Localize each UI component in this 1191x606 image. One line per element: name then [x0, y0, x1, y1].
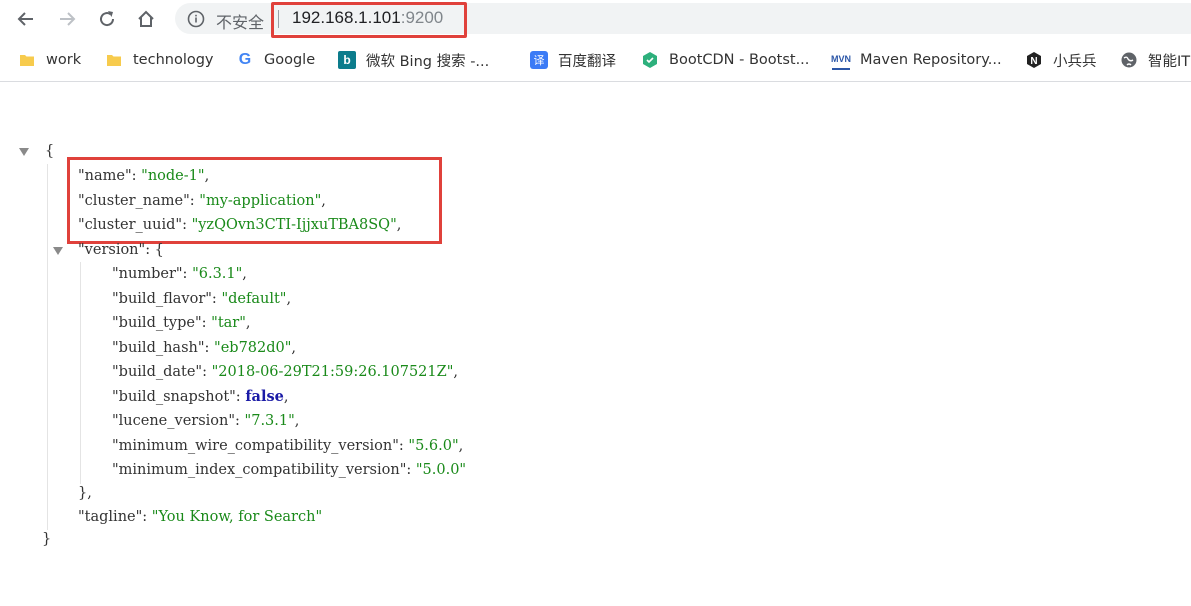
json-string: "eb782d0": [214, 340, 292, 356]
json-key: "build_date":: [112, 364, 212, 380]
json-string: "7.3.1": [244, 413, 295, 429]
json-comma: ,: [294, 413, 300, 429]
json-key: "lucene_version":: [112, 413, 245, 429]
json-line-lucene-version: "lucene_version": "7.3.1",: [112, 412, 299, 430]
back-arrow-icon: [17, 12, 33, 26]
bookmark-label: 智能IT: [1148, 53, 1191, 70]
json-comma: ,: [242, 266, 247, 282]
forward-arrow-icon: [60, 12, 76, 26]
security-status-label[interactable]: 不安全: [216, 9, 264, 33]
collapse-root-icon[interactable]: [19, 148, 29, 156]
folder-icon: [18, 51, 36, 69]
json-key: "number":: [112, 266, 193, 282]
json-string: "default": [221, 291, 287, 307]
info-icon[interactable]: [186, 9, 206, 29]
url-highlight-box: [271, 2, 467, 38]
indent-guide: [47, 164, 48, 530]
json-version-close: },: [78, 485, 92, 501]
baidu-translate-icon: 译: [530, 51, 548, 69]
json-string: "You Know, for Search": [151, 509, 323, 525]
folder-icon: [105, 51, 123, 69]
json-line-number: "number": "6.3.1",: [112, 265, 247, 283]
toolbar-divider: [0, 81, 1191, 82]
json-line-build-snapshot: "build_snapshot": false,: [112, 388, 288, 406]
google-icon: G: [238, 51, 252, 68]
bootcdn-icon: [641, 51, 659, 69]
json-string: "5.6.0": [408, 438, 459, 454]
json-boolean: false: [245, 388, 284, 405]
json-comma: ,: [291, 340, 297, 356]
json-key: "minimum_index_compatibility_version":: [112, 462, 416, 478]
svg-text:N: N: [1030, 56, 1037, 67]
json-key: "minimum_wire_compatibility_version":: [112, 438, 409, 454]
json-comma: ,: [458, 438, 464, 454]
bookmark-label: 微软 Bing 搜索 -...: [366, 53, 490, 70]
browser-toolbar: 不安全 192.168.1.101:9200: [0, 0, 1191, 38]
bing-icon: b: [338, 51, 356, 69]
json-line-build-date: "build_date": "2018-06-29T21:59:26.10752…: [112, 363, 458, 381]
json-comma: ,: [283, 389, 289, 405]
cluster-info-highlight-box: [67, 157, 442, 244]
json-line-min-wire: "minimum_wire_compatibility_version": "5…: [112, 437, 463, 455]
json-close-brace: }: [42, 531, 52, 547]
json-string: "5.0.0": [415, 462, 467, 478]
bookmark-technology[interactable]: technology: [105, 44, 214, 76]
globe-icon: [1120, 51, 1138, 69]
forward-button[interactable]: [54, 6, 80, 32]
reload-button[interactable]: [94, 6, 120, 32]
bookmarks-bar: work technology G Google b 微软 Bing 搜索 -.…: [0, 44, 1191, 76]
bookmark-label: 小兵兵: [1053, 53, 1097, 70]
bookmark-label: 百度翻译: [558, 53, 616, 70]
back-button[interactable]: [13, 6, 39, 32]
bookmark-label: Google: [264, 52, 316, 68]
json-string: "2018-06-29T21:59:26.107521Z": [211, 364, 454, 380]
bookmark-google[interactable]: G Google: [236, 44, 315, 76]
bookmark-label: work: [46, 52, 82, 68]
json-line-build-hash: "build_hash": "eb782d0",: [112, 339, 296, 357]
collapse-version-icon[interactable]: [53, 247, 63, 255]
bookmark-maven[interactable]: MVN Maven Repository...: [831, 44, 1002, 76]
n-icon: N: [1025, 51, 1043, 69]
reload-icon: [100, 11, 115, 27]
json-line-tagline: "tagline": "You Know, for Search": [78, 508, 322, 526]
json-key: "build_type":: [112, 315, 212, 331]
json-key: "build_snapshot":: [112, 389, 246, 405]
home-icon: [138, 10, 154, 27]
maven-icon: MVN: [831, 50, 851, 70]
bookmark-baidu-translate[interactable]: 译 百度翻译: [530, 44, 616, 76]
json-comma: ,: [245, 315, 251, 331]
json-line-min-index: "minimum_index_compatibility_version": "…: [112, 461, 466, 479]
bookmark-label: Maven Repository...: [860, 52, 1002, 68]
indent-guide: [80, 262, 81, 484]
bookmark-zhinengit[interactable]: 智能IT: [1120, 44, 1190, 76]
json-string: "tar": [211, 315, 246, 331]
json-key: "build_flavor":: [112, 291, 222, 307]
json-key: "build_hash":: [112, 340, 215, 356]
bookmark-bing[interactable]: b 微软 Bing 搜索 -...: [338, 44, 489, 76]
home-button[interactable]: [133, 6, 159, 32]
json-key: "tagline":: [78, 509, 152, 525]
bookmark-bootcdn[interactable]: BootCDN - Bootst...: [641, 44, 809, 76]
bookmark-label: technology: [133, 52, 214, 68]
bookmark-xiaobingbing[interactable]: N 小兵兵: [1025, 44, 1097, 76]
json-line-build-type: "build_type": "tar",: [112, 314, 251, 332]
json-open-brace: {: [45, 143, 55, 159]
json-string: "6.3.1": [192, 266, 243, 282]
bookmark-work[interactable]: work: [18, 44, 81, 76]
json-comma: ,: [453, 364, 458, 380]
json-line-build-flavor: "build_flavor": "default",: [112, 290, 291, 308]
bookmark-label: BootCDN - Bootst...: [669, 52, 810, 68]
json-line-version: "version": {: [78, 242, 164, 258]
json-comma: ,: [286, 291, 292, 307]
